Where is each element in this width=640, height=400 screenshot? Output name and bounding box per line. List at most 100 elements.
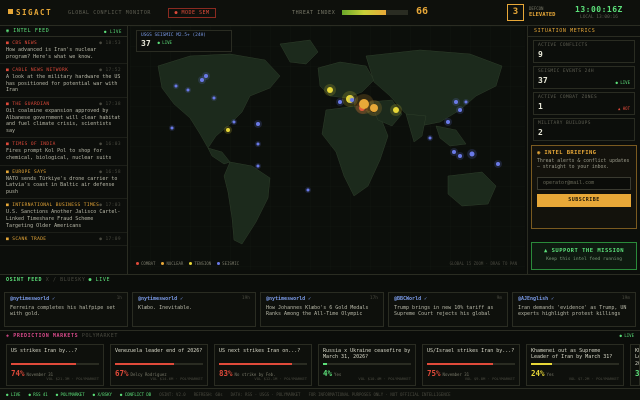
email-field[interactable]: operator@mail.com (537, 176, 631, 190)
prediction-markets-panel: ◈ PREDICTION MARKETS POLYMARKET ● LIVE U… (0, 330, 640, 388)
threat-index-value: 66 (416, 6, 429, 17)
post-text: Ferreira completes his halfpipe set with… (10, 305, 116, 318)
metric-label: ACTIVE CONFLICTS (538, 43, 588, 48)
app-logo[interactable]: SIGACT (8, 8, 52, 17)
feed-item[interactable]: ■ CABLE NEWS NETWORK ● 17:52 A look at the… (0, 64, 127, 98)
metric-list: ACTIVE CONFLICTS 9 SEISMIC EVENTS 24H 37 ● L… (528, 40, 640, 141)
seismic-marker[interactable] (204, 74, 208, 78)
market-volume: VOL $21.3M · POLYMARKET (46, 376, 99, 381)
metric-card: ACTIVE CONFLICTS 9 (533, 40, 635, 63)
probability-bar (427, 363, 515, 365)
feed-headline: Fires prompt Kol Pol to shop for chemica… (6, 148, 112, 161)
seismic-marker[interactable] (452, 150, 456, 154)
intel-feed-header: ◉ INTEL FEED ● LIVE (0, 26, 127, 37)
feed-time: ● 18:53 (99, 41, 121, 46)
metric-value: 1 (538, 102, 543, 111)
status-item: DATA: RSS · USGS · POLYMARKET (230, 392, 301, 397)
market-probability: 74% (11, 369, 25, 378)
prediction-card[interactable]: Venezuela leader end of 2026? 67% Delcy Ro… (110, 344, 208, 386)
tension-marker[interactable] (393, 107, 399, 113)
seismic-marker[interactable] (212, 96, 216, 100)
prediction-card[interactable]: US next strikes Iran on...? 83% No strike … (214, 344, 312, 386)
seismic-marker[interactable] (170, 126, 174, 130)
seismic-marker[interactable] (306, 188, 310, 192)
post-author: @AJEnglish ✓ 19m (518, 296, 630, 302)
feed-item[interactable]: ■ INTERNATIONAL BUSINESS TIMES ● 17:03 U.S… (0, 199, 127, 234)
mode-button[interactable]: ● MODE SEM (168, 8, 216, 18)
prediction-card[interactable]: Khamenei out as Supreme Leader of Iran b… (526, 344, 624, 386)
probability-fill (11, 363, 77, 365)
top-bar: SIGACT GLOBAL CONFLICT MONITOR ● MODE SE… (0, 0, 640, 26)
seismic-marker[interactable] (496, 162, 500, 166)
market-question: US/Israel strikes Iran by...? (427, 348, 515, 354)
briefing-text: Threat alerts & conflict updates — strai… (537, 159, 630, 171)
seismic-marker[interactable] (454, 100, 458, 104)
post-text: Iran demands 'evidence' as Trump, UN exp… (518, 305, 627, 318)
probability-bar (11, 363, 99, 365)
seismic-info-box: USGS SEISMIC M2.5+ (24H) 37 ● LIVE (136, 30, 232, 52)
status-item: ● RSS 41 (28, 392, 48, 397)
market-probability: 3% (635, 369, 640, 378)
seismic-marker[interactable] (256, 164, 260, 168)
seismic-live: ● LIVE (157, 40, 172, 45)
prediction-card[interactable]: US strikes Iran by...? 74% November 31 VOL … (6, 344, 104, 386)
seismic-marker[interactable] (469, 151, 475, 157)
prediction-card[interactable]: US/Israel strikes Iran by...? 75% November… (422, 344, 520, 386)
feed-item[interactable]: ■ THE GUARDIAN ● 17:38 Oil coalmine expans… (0, 98, 127, 139)
seismic-marker[interactable] (446, 120, 450, 124)
support-title: ▲ SUPPORT THE MISSION (543, 248, 625, 254)
feed-time: ● 17:52 (99, 68, 121, 74)
intel-feed-list[interactable]: ■ CBS NEWS ● 18:53 How advanced is Iran's … (0, 37, 127, 247)
feed-headline: NATO sends Türkiye's drone carrier to La… (6, 175, 118, 195)
osint-post[interactable]: @AJEnglish ✓ 19m Iran demands 'evidence' a… (512, 292, 636, 327)
feed-item[interactable]: ■ EUROPE SAYS ● 16:58 NATO sends Türkiye's… (0, 166, 127, 200)
market-probability: 83% (219, 369, 233, 378)
tension-marker[interactable] (226, 128, 230, 132)
seismic-marker[interactable] (464, 100, 468, 104)
seismic-marker[interactable] (186, 88, 190, 92)
osint-post[interactable]: @BBCWorld ✓ 9m Trump brings in new 10% tar… (388, 292, 508, 327)
feed-headline: U.S. Sanctions Another Jalisco Cartel-Li… (6, 209, 121, 229)
map-canvas[interactable] (130, 26, 525, 270)
market-question: US strikes Iran by...? (11, 348, 78, 354)
feed-time: ● 17:38 (99, 101, 121, 107)
subscribe-button[interactable]: SUBSCRIBE (537, 193, 631, 207)
support-text: Keep this intel feed running (546, 257, 622, 262)
status-item: ● X/BSKY (92, 392, 112, 397)
seismic-marker[interactable] (232, 120, 236, 124)
situation-metrics-header: SITUATION METRICS (528, 26, 640, 37)
nuclear-marker[interactable] (370, 104, 378, 112)
app-subtitle: GLOBAL CONFLICT MONITOR (68, 10, 152, 16)
feed-item[interactable]: ■ TIMES OF INDIA ● 16:03 Fires prompt Kol … (0, 138, 127, 166)
world-map[interactable]: USGS SEISMIC M2.5+ (24H) 37 ● LIVE COMBA… (130, 26, 525, 270)
feed-item[interactable]: ■ SCANK TRADE ● 17:09 (0, 233, 127, 247)
feed-source: ■ CABLE NEWS NETWORK ● 17:52 (6, 68, 121, 74)
osint-post[interactable]: @nytimesworld ✓ 1h Ferreira completes his … (4, 292, 128, 327)
osint-post[interactable]: @nytimesworld ✓ 17h How Johannes Klæbo's 6… (260, 292, 384, 327)
osint-post[interactable]: @nytimesworld ✓ 19h Klæbo. Inevitable. (132, 292, 256, 327)
live-indicator: ● LIVE (103, 29, 122, 34)
support-mission-button[interactable]: ▲ SUPPORT THE MISSION Keep this intel fe… (531, 242, 637, 270)
prediction-card[interactable]: Russia x Ukraine ceasefire by March 31, … (318, 344, 416, 386)
tension-marker[interactable] (327, 87, 333, 93)
seismic-marker[interactable] (350, 98, 354, 102)
feed-time: ● 16:58 (99, 169, 121, 175)
post-time: 19h (241, 296, 250, 301)
seismic-marker[interactable] (428, 136, 432, 140)
status-item: FOR INFORMATIONAL PURPOSES ONLY · NOT OF… (308, 392, 451, 397)
prediction-card[interactable]: Khamenei Leader 20?3% (630, 344, 640, 386)
metric-tag: ▲ HOT (617, 106, 630, 111)
market-volume: VOL $14.6M · POLYMARKET (150, 376, 203, 381)
osint-feed-panel: OSINT FEED X / BLUESKY ● LIVE @nytimeswor… (0, 274, 640, 330)
feed-item[interactable]: ■ CBS NEWS ● 18:53 How advanced is Iran's … (0, 37, 127, 65)
prediction-title: ◈ PREDICTION MARKETS (6, 333, 79, 339)
seismic-marker[interactable] (174, 84, 178, 88)
seismic-marker[interactable] (338, 100, 342, 104)
seismic-marker[interactable] (256, 142, 260, 146)
probability-fill (323, 363, 327, 365)
seismic-marker[interactable] (458, 108, 462, 112)
seismic-marker[interactable] (458, 154, 462, 158)
feed-source: ■ INTERNATIONAL BUSINESS TIMES ● 17:03 (6, 203, 121, 209)
seismic-info-label: USGS SEISMIC M2.5+ (24H) (141, 33, 207, 38)
seismic-marker[interactable] (256, 122, 260, 126)
